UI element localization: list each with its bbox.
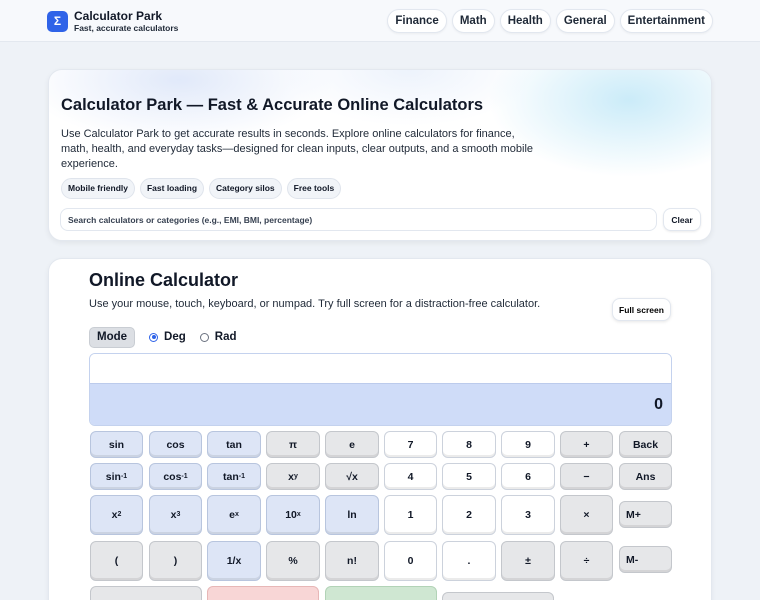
key-minus[interactable]: − bbox=[560, 463, 613, 490]
mode-label: Mode bbox=[89, 326, 136, 348]
rad-radio-label[interactable]: Rad bbox=[215, 331, 237, 343]
key-2[interactable]: 2 bbox=[442, 495, 496, 535]
key-asin[interactable]: sin -1 bbox=[90, 463, 143, 490]
sigma-logo-icon[interactable]: Σ bbox=[47, 11, 68, 32]
angle-mode-row: Mode Deg Rad bbox=[89, 326, 237, 348]
nav-general[interactable]: General bbox=[555, 9, 615, 33]
key-3[interactable]: 3 bbox=[501, 495, 555, 535]
hero-description: Use Calculator Park to get accurate resu… bbox=[61, 128, 534, 170]
key-right-paren[interactable]: ) bbox=[149, 541, 202, 581]
key-exp[interactable]: ex bbox=[207, 495, 261, 535]
result-readout: 0 bbox=[90, 383, 671, 425]
tag-category-silos: Category silos bbox=[209, 178, 282, 199]
clear-search-button[interactable]: Clear bbox=[663, 208, 701, 231]
key-1[interactable]: 1 bbox=[384, 495, 437, 535]
key-ten-power[interactable]: 10 x bbox=[266, 495, 320, 535]
key-memory-recall[interactable] bbox=[442, 592, 554, 600]
key-memory-subtract[interactable]: M- bbox=[619, 546, 672, 573]
top-navigation-bar: Σ Calculator Park Fast, accurate calcula… bbox=[0, 0, 760, 42]
key-power[interactable]: xy bbox=[266, 463, 320, 490]
key-plus[interactable]: + bbox=[560, 431, 613, 458]
nav-entertainment[interactable]: Entertainment bbox=[619, 9, 713, 33]
key-equals[interactable] bbox=[325, 586, 437, 600]
nav-finance[interactable]: Finance bbox=[387, 9, 447, 33]
key-acos[interactable]: cos -1 bbox=[149, 463, 202, 490]
deg-radio[interactable] bbox=[149, 332, 159, 342]
key-left-paren[interactable]: ( bbox=[90, 541, 143, 581]
key-sqrt[interactable]: √x bbox=[325, 463, 379, 490]
hero-card: Calculator Park — Fast & Accurate Online… bbox=[48, 69, 712, 241]
expression-line bbox=[90, 354, 671, 383]
key-back[interactable]: Back bbox=[619, 431, 672, 458]
key-cos[interactable]: cos bbox=[149, 431, 202, 458]
calculator-search-input[interactable] bbox=[60, 208, 657, 231]
key-square[interactable]: x2 bbox=[90, 495, 143, 535]
key-tan[interactable]: tan bbox=[207, 431, 261, 458]
feature-tags: Mobile friendly Fast loading Category si… bbox=[61, 178, 342, 199]
key-row5-left[interactable] bbox=[90, 586, 202, 600]
key-6[interactable]: 6 bbox=[501, 463, 555, 490]
key-decimal[interactable]: . bbox=[442, 541, 496, 581]
key-5[interactable]: 5 bbox=[442, 463, 496, 490]
key-plus-minus[interactable]: ± bbox=[501, 541, 555, 581]
rad-radio[interactable] bbox=[199, 332, 209, 342]
tag-free-tools: Free tools bbox=[286, 178, 342, 199]
calculator-display: 0 bbox=[89, 353, 672, 426]
key-atan[interactable]: tan -1 bbox=[207, 463, 261, 490]
nav-health[interactable]: Health bbox=[499, 9, 551, 33]
key-0[interactable]: 0 bbox=[384, 541, 437, 581]
key-e[interactable]: e bbox=[325, 431, 379, 458]
key-cube[interactable]: x3 bbox=[149, 495, 202, 535]
hero-title: Calculator Park — Fast & Accurate Online… bbox=[61, 96, 484, 114]
key-9[interactable]: 9 bbox=[501, 431, 555, 458]
brand-tagline: Fast, accurate calculators bbox=[74, 23, 179, 33]
key-4[interactable]: 4 bbox=[384, 463, 437, 490]
key-pi[interactable]: π bbox=[266, 431, 320, 458]
key-ln[interactable]: ln bbox=[325, 495, 379, 535]
calculator-title: Online Calculator bbox=[89, 270, 239, 290]
key-sin[interactable]: sin bbox=[90, 431, 143, 458]
key-7[interactable]: 7 bbox=[384, 431, 437, 458]
key-ans[interactable]: Ans bbox=[619, 463, 672, 490]
key-divide[interactable]: ÷ bbox=[560, 541, 613, 581]
nav-math[interactable]: Math bbox=[451, 9, 495, 33]
key-percent[interactable]: % bbox=[266, 541, 320, 581]
category-nav: Finance Math Health General Entertainmen… bbox=[387, 9, 713, 33]
key-8[interactable]: 8 bbox=[442, 431, 496, 458]
calculator-card: Online Calculator Use your mouse, touch,… bbox=[48, 258, 712, 600]
key-reciprocal[interactable]: 1/x bbox=[207, 541, 261, 581]
key-factorial[interactable]: n! bbox=[325, 541, 379, 581]
key-clear-all[interactable] bbox=[207, 586, 319, 600]
tag-mobile-friendly: Mobile friendly bbox=[61, 178, 135, 199]
full-screen-button[interactable]: Full screen bbox=[612, 298, 671, 321]
calculator-subtitle: Use your mouse, touch, keyboard, or nump… bbox=[89, 298, 541, 310]
key-multiply[interactable]: × bbox=[560, 495, 613, 535]
key-memory-add[interactable]: M+ bbox=[619, 501, 672, 528]
brand-name[interactable]: Calculator Park bbox=[74, 9, 162, 23]
deg-radio-label[interactable]: Deg bbox=[164, 331, 186, 343]
tag-fast-loading: Fast loading bbox=[139, 178, 205, 199]
